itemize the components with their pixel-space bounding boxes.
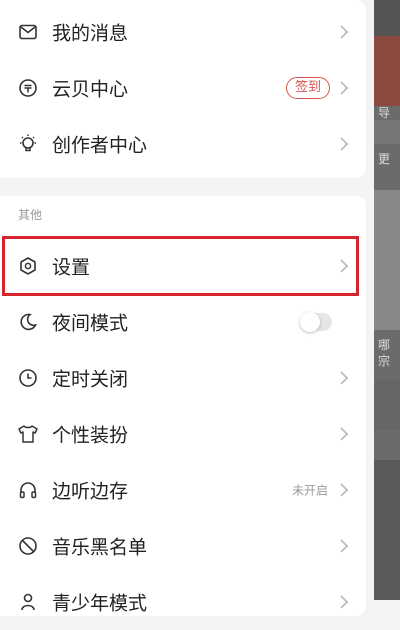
- chevron-right-icon: [338, 426, 350, 442]
- message-icon: [16, 20, 40, 44]
- menu-item-cloud-coin-center[interactable]: 云贝中心 签到: [0, 60, 366, 116]
- menu-item-sleep-timer[interactable]: 定时关闭: [0, 350, 366, 406]
- menu-item-label: 边听边存: [52, 480, 129, 503]
- background-content-peek[interactable]: 导 更 哪 宗: [374, 0, 400, 600]
- menu-item-label: 定时关闭: [52, 368, 129, 391]
- coin-icon: [16, 76, 40, 100]
- menu-item-personal-dressup[interactable]: 个性装扮: [0, 406, 366, 462]
- moon-icon: [16, 310, 40, 334]
- listen-save-status: 未开启: [291, 483, 328, 498]
- menu-item-label: 设置: [52, 256, 91, 279]
- chevron-right-icon: [338, 482, 350, 498]
- menu-item-label: 音乐黑名单: [52, 536, 148, 559]
- menu-item-creator-center[interactable]: 创作者中心: [0, 116, 366, 172]
- settings-icon: [16, 254, 40, 278]
- chevron-right-icon: [338, 80, 350, 96]
- menu-item-label: 云贝中心: [52, 78, 129, 101]
- chevron-right-icon: [338, 538, 350, 554]
- toggle-knob: [300, 312, 320, 332]
- menu-item-night-mode[interactable]: 夜间模式: [0, 294, 366, 350]
- peek-text: 哪: [378, 338, 391, 352]
- night-mode-toggle[interactable]: [300, 312, 332, 332]
- peek-text: 宗: [378, 354, 391, 368]
- menu-item-label: 青少年模式: [52, 592, 148, 615]
- menu-item-label: 夜间模式: [52, 312, 129, 335]
- tshirt-icon: [16, 422, 40, 446]
- menu-item-music-blacklist[interactable]: 音乐黑名单: [0, 518, 366, 574]
- checkin-badge[interactable]: 签到: [285, 77, 330, 99]
- menu-item-settings[interactable]: 设置: [0, 238, 366, 294]
- menu-item-teen-mode[interactable]: 青少年模式: [0, 574, 366, 630]
- block-icon: [16, 534, 40, 558]
- peek-block: [374, 0, 400, 36]
- menu-card-main: 我的消息 云贝中心 签到 创作者中心: [0, 0, 366, 178]
- headphones-icon: [16, 478, 40, 502]
- menu-item-label: 我的消息: [52, 22, 129, 45]
- peek-image: [374, 36, 400, 106]
- peek-image: [374, 190, 400, 330]
- chevron-right-icon: [338, 136, 350, 152]
- chevron-right-icon: [338, 258, 350, 274]
- chevron-right-icon: [338, 594, 350, 610]
- menu-item-listen-and-save[interactable]: 边听边存 未开启: [0, 462, 366, 518]
- peek-text: 更: [378, 152, 391, 166]
- peek-block: [374, 380, 400, 430]
- menu-item-messages[interactable]: 我的消息: [0, 4, 366, 60]
- peek-text: 导: [378, 106, 391, 120]
- side-menu-panel: 我的消息 云贝中心 签到 创作者中心 其他 设置 夜间模式 定时关闭 个性装扮 …: [0, 0, 374, 616]
- chevron-right-icon: [338, 370, 350, 386]
- menu-item-label: 个性装扮: [52, 424, 129, 447]
- peek-block: [374, 460, 400, 600]
- menu-item-label: 创作者中心: [52, 134, 148, 157]
- timer-icon: [16, 366, 40, 390]
- chevron-right-icon: [338, 24, 350, 40]
- lightbulb-icon: [16, 132, 40, 156]
- peek-block: [374, 120, 400, 144]
- section-title-other: 其他: [18, 208, 43, 222]
- child-icon: [16, 590, 40, 614]
